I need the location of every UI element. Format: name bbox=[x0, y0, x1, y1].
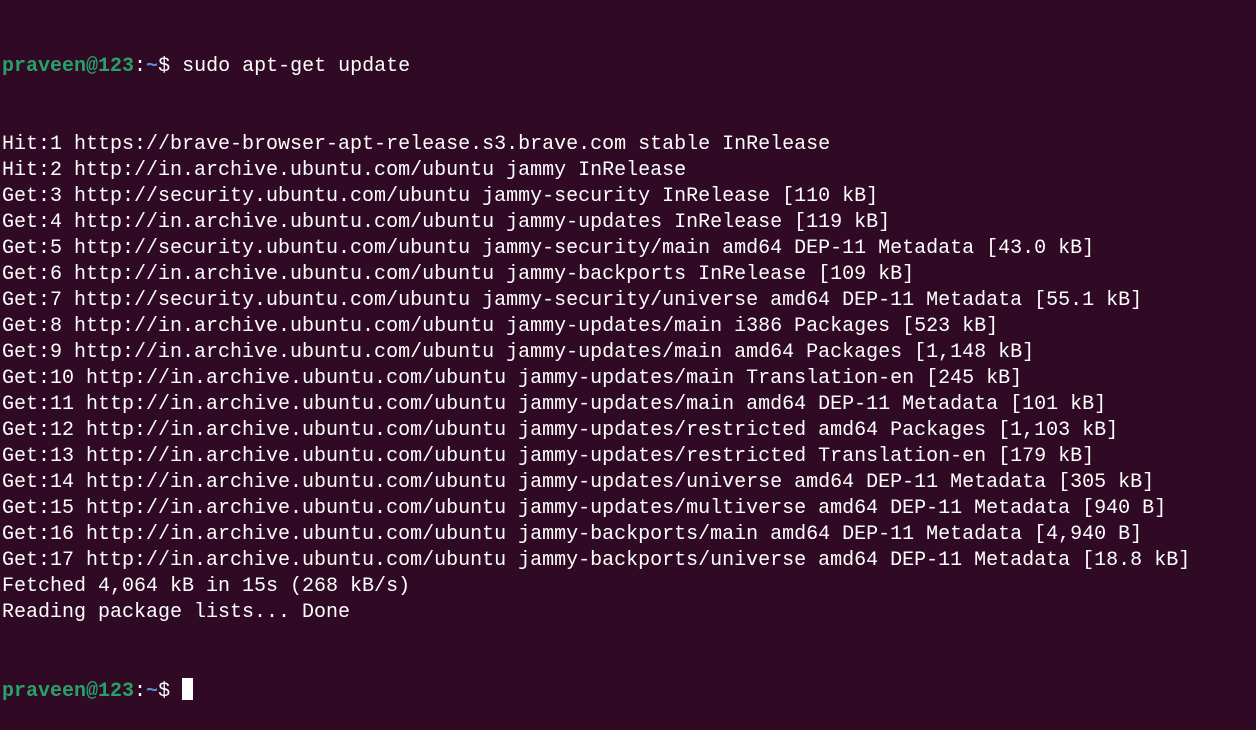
output-line: Get:10 http://in.archive.ubuntu.com/ubun… bbox=[2, 367, 1023, 390]
output-line: Reading package lists... Done bbox=[2, 601, 351, 624]
command-output: Hit:1 https://brave-browser-apt-release.… bbox=[2, 132, 1190, 626]
prompt-path: ~ bbox=[146, 55, 159, 78]
output-line: Fetched 4,064 kB in 15s (268 kB/s) bbox=[2, 575, 411, 598]
prompt-symbol: $ bbox=[158, 55, 183, 78]
output-line: Get:4 http://in.archive.ubuntu.com/ubunt… bbox=[2, 211, 891, 234]
prompt-symbol: $ bbox=[158, 680, 183, 703]
output-line: Get:8 http://in.archive.ubuntu.com/ubunt… bbox=[2, 315, 999, 338]
output-line: Get:12 http://in.archive.ubuntu.com/ubun… bbox=[2, 419, 1119, 442]
text-cursor bbox=[182, 678, 194, 700]
current-prompt-line[interactable]: praveen@123:~$ bbox=[2, 678, 1190, 704]
output-line: Get:3 http://security.ubuntu.com/ubuntu … bbox=[2, 185, 879, 208]
output-line: Get:17 http://in.archive.ubuntu.com/ubun… bbox=[2, 549, 1191, 572]
output-line: Hit:2 http://in.archive.ubuntu.com/ubunt… bbox=[2, 159, 687, 182]
output-line: Get:6 http://in.archive.ubuntu.com/ubunt… bbox=[2, 263, 915, 286]
output-line: Get:11 http://in.archive.ubuntu.com/ubun… bbox=[2, 393, 1107, 416]
output-line: Get:16 http://in.archive.ubuntu.com/ubun… bbox=[2, 523, 1143, 546]
output-line: Get:9 http://in.archive.ubuntu.com/ubunt… bbox=[2, 341, 1035, 364]
output-line: Get:5 http://security.ubuntu.com/ubuntu … bbox=[2, 237, 1095, 260]
prompt-path: ~ bbox=[146, 680, 159, 703]
command-line: praveen@123:~$ sudo apt-get update bbox=[2, 54, 1190, 80]
output-line: Get:7 http://security.ubuntu.com/ubuntu … bbox=[2, 289, 1143, 312]
output-line: Get:15 http://in.archive.ubuntu.com/ubun… bbox=[2, 497, 1167, 520]
prompt-user-host: praveen@123 bbox=[2, 680, 135, 703]
prompt-colon: : bbox=[134, 55, 147, 78]
output-line: Get:13 http://in.archive.ubuntu.com/ubun… bbox=[2, 445, 1095, 468]
terminal[interactable]: praveen@123:~$ sudo apt-get update Hit:1… bbox=[2, 2, 1190, 730]
prompt-colon: : bbox=[134, 680, 147, 703]
output-line: Get:14 http://in.archive.ubuntu.com/ubun… bbox=[2, 471, 1155, 494]
command-text: sudo apt-get update bbox=[182, 55, 411, 78]
output-line: Hit:1 https://brave-browser-apt-release.… bbox=[2, 133, 831, 156]
prompt-user-host: praveen@123 bbox=[2, 55, 135, 78]
